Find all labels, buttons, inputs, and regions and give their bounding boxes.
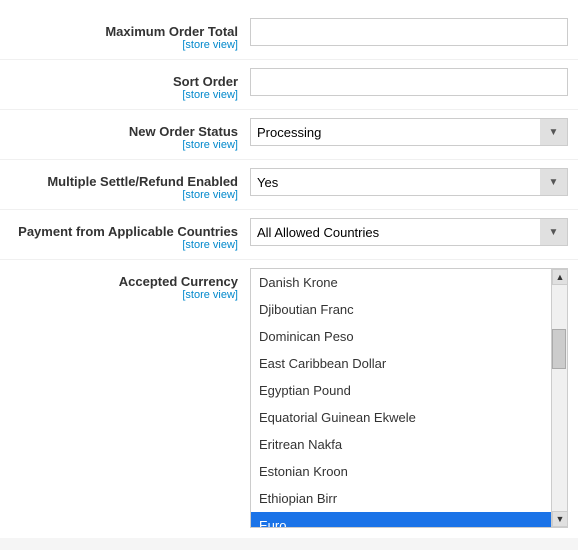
new-order-status-select[interactable]: Processing bbox=[250, 118, 568, 146]
new-order-status-control: Processing ▼ bbox=[250, 118, 568, 146]
list-item[interactable]: Djiboutian Franc bbox=[251, 296, 551, 323]
multiple-settle-select-wrapper: Yes No ▼ bbox=[250, 168, 568, 196]
scrollbar-up-button[interactable]: ▲ bbox=[552, 269, 568, 285]
payment-countries-select[interactable]: All Allowed Countries Specific Countries bbox=[250, 218, 568, 246]
multiple-settle-select[interactable]: Yes No bbox=[250, 168, 568, 196]
multiple-settle-control: Yes No ▼ bbox=[250, 168, 568, 196]
accepted-currency-row: Accepted Currency [store view] Danish Kr… bbox=[0, 260, 578, 528]
list-item[interactable]: Ethiopian Birr bbox=[251, 485, 551, 512]
list-item[interactable]: East Caribbean Dollar bbox=[251, 350, 551, 377]
multiple-settle-label: Multiple Settle/Refund Enabled [store vi… bbox=[10, 168, 250, 201]
new-order-status-row: New Order Status [store view] Processing… bbox=[0, 110, 578, 160]
scrollbar-down-button[interactable]: ▼ bbox=[552, 511, 568, 527]
max-order-total-row: Maximum Order Total [store view] bbox=[0, 10, 578, 60]
sort-order-row: Sort Order [store view] bbox=[0, 60, 578, 110]
max-order-total-input[interactable] bbox=[250, 18, 568, 46]
accepted-currency-label: Accepted Currency [store view] bbox=[10, 268, 250, 301]
list-item[interactable]: Equatorial Guinean Ekwele bbox=[251, 404, 551, 431]
list-item[interactable]: Dominican Peso bbox=[251, 323, 551, 350]
payment-countries-row: Payment from Applicable Countries [store… bbox=[0, 210, 578, 260]
scrollbar-thumb[interactable] bbox=[552, 329, 566, 369]
sort-order-input[interactable] bbox=[250, 68, 568, 96]
multiple-settle-row: Multiple Settle/Refund Enabled [store vi… bbox=[0, 160, 578, 210]
max-order-total-label: Maximum Order Total [store view] bbox=[10, 18, 250, 51]
list-item[interactable]: Egyptian Pound bbox=[251, 377, 551, 404]
max-order-total-control bbox=[250, 18, 568, 46]
form-container: Maximum Order Total [store view] Sort Or… bbox=[0, 0, 578, 538]
sort-order-label: Sort Order [store view] bbox=[10, 68, 250, 101]
list-item[interactable]: Danish Krone bbox=[251, 269, 551, 296]
new-order-status-select-wrapper: Processing ▼ bbox=[250, 118, 568, 146]
accepted-currency-content: Danish KroneDjiboutian FrancDominican Pe… bbox=[250, 268, 568, 528]
list-item[interactable]: Euro bbox=[251, 512, 551, 527]
list-item[interactable]: Eritrean Nakfa bbox=[251, 431, 551, 458]
list-item[interactable]: Estonian Kroon bbox=[251, 458, 551, 485]
new-order-status-label: New Order Status [store view] bbox=[10, 118, 250, 151]
currency-list[interactable]: Danish KroneDjiboutian FrancDominican Pe… bbox=[251, 269, 551, 527]
payment-countries-label: Payment from Applicable Countries [store… bbox=[10, 218, 250, 251]
sort-order-control bbox=[250, 68, 568, 96]
payment-countries-control: All Allowed Countries Specific Countries… bbox=[250, 218, 568, 246]
currency-list-wrapper: Danish KroneDjiboutian FrancDominican Pe… bbox=[250, 268, 568, 528]
payment-countries-select-wrapper: All Allowed Countries Specific Countries… bbox=[250, 218, 568, 246]
scrollbar-track: ▲ ▼ bbox=[551, 269, 567, 527]
